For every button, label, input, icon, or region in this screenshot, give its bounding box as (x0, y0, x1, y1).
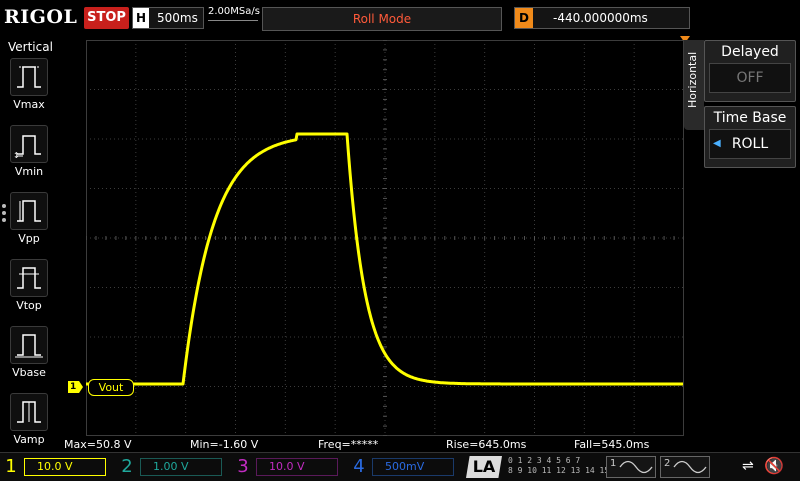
generator-2-button[interactable]: 2 (660, 456, 710, 478)
measure-freq-readout: Freq=***** (318, 438, 379, 451)
measure-min-readout: Min=-1.60 V (190, 438, 259, 451)
horizontal-menu-label: Horizontal (686, 51, 699, 108)
delayed-value: OFF (709, 63, 791, 93)
measure-vpp[interactable]: Vpp (10, 192, 54, 245)
generator-number: 2 (664, 458, 671, 469)
measure-label: Vmin (14, 165, 44, 178)
channel-number: 4 (353, 456, 365, 477)
measure-label: Vbase (12, 366, 46, 379)
sine-wave-icon (673, 460, 707, 474)
timebase-tag: H (133, 8, 149, 28)
caret-left-icon: ◀ (713, 138, 721, 149)
measure-vmin[interactable]: ↕ Vmin (10, 125, 54, 178)
digital-row-2: 8 9 10 11 12 13 14 15 (508, 466, 610, 475)
channel-number: 2 (121, 456, 133, 477)
channel-scale: 1.00 V (140, 458, 222, 476)
vmax-icon (10, 58, 48, 96)
measure-label: Vamp (13, 433, 45, 446)
memory-depth-bar (208, 20, 258, 31)
digital-channels-indicator: 0 1 2 3 4 5 6 7 8 9 10 11 12 13 14 15 (508, 456, 609, 476)
channel-scale: 10.0 V (256, 458, 338, 476)
svg-text:↕: ↕ (13, 151, 20, 160)
timebase-selector[interactable]: ◀ ROLL (709, 129, 791, 159)
measure-max-readout: Max=50.8 V (64, 438, 132, 451)
timebase-indicator[interactable]: H 500ms (132, 7, 204, 29)
vbase-icon (10, 326, 48, 364)
digital-row-1: 0 1 2 3 4 5 6 7 (508, 456, 581, 465)
timebase-mode-value: ROLL (731, 136, 769, 152)
measure-fall-readout: Fall=545.0ms (574, 438, 650, 451)
timebase-menu[interactable]: Time Base ◀ ROLL (704, 106, 796, 168)
measure-vamp[interactable]: Vamp (10, 393, 54, 446)
vertical-menu-title: Vertical (8, 40, 53, 54)
sine-wave-icon (619, 460, 653, 474)
timebase-value: 500ms (157, 11, 198, 25)
usb-icon: ⇌ (742, 458, 754, 474)
measure-rise-readout: Rise=645.0ms (446, 438, 527, 451)
logic-analyzer-button[interactable]: LA (466, 456, 502, 478)
vtop-icon (10, 259, 48, 297)
brand-logo: RIGOL (4, 6, 78, 28)
delayed-menu[interactable]: Delayed OFF (704, 40, 796, 102)
generator-1-button[interactable]: 1 (606, 456, 656, 478)
channel-number: 1 (5, 456, 17, 477)
measure-vmax[interactable]: Vmax (10, 58, 54, 111)
vmin-icon: ↕ (10, 125, 48, 163)
measure-vbase[interactable]: Vbase (10, 326, 54, 379)
channel-scale: 500mV (372, 458, 454, 476)
sample-rate: 2.00MSa/s (208, 6, 260, 17)
graticule (86, 40, 684, 436)
speaker-muted-icon[interactable]: 🔇 (764, 456, 784, 475)
waveform-display[interactable] (86, 40, 684, 436)
channel-number: 3 (237, 456, 249, 477)
acquisition-mode: Roll Mode (262, 7, 502, 31)
delay-tag: D (515, 8, 533, 28)
page-dots (2, 204, 6, 225)
run-stop-button[interactable]: STOP (84, 7, 129, 29)
timebase-title: Time Base (713, 110, 787, 126)
vamp-icon (10, 393, 48, 431)
vpp-icon (10, 192, 48, 230)
delay-value: -440.000000ms (553, 11, 648, 25)
generator-number: 1 (610, 458, 617, 469)
delay-indicator[interactable]: D -440.000000ms (514, 7, 690, 29)
measure-vtop[interactable]: Vtop (10, 259, 54, 312)
measure-label: Vpp (18, 232, 40, 245)
channel-scale: 10.0 V (24, 458, 106, 476)
trace-label[interactable]: Vout (88, 379, 134, 396)
measure-label: Vtop (16, 299, 42, 312)
measure-label: Vmax (13, 98, 45, 111)
delayed-title: Delayed (721, 44, 779, 60)
channel-1-marker-number: 1 (70, 382, 77, 392)
